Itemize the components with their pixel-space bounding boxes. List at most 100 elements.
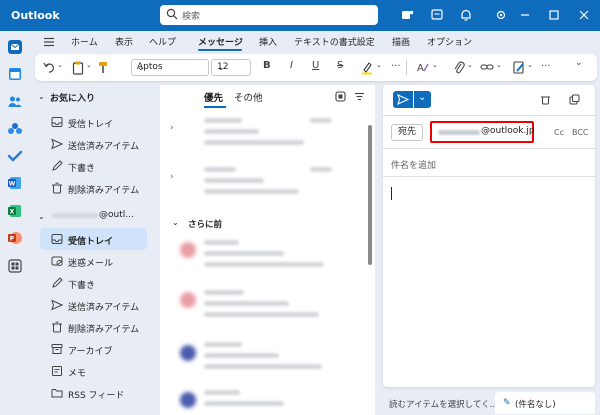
bold-icon[interactable]: B	[263, 60, 271, 75]
tab-insert[interactable]: 挿入	[259, 35, 277, 48]
underline-icon[interactable]: U	[312, 60, 319, 75]
body-editor-caret[interactable]	[391, 187, 392, 200]
chevron-right-icon[interactable]: ›	[170, 172, 178, 182]
chevron-down-icon[interactable]: ⌄	[38, 92, 45, 101]
trash-icon	[52, 321, 62, 333]
more-formatting-button[interactable]: ...	[391, 58, 401, 73]
strikethrough-icon[interactable]: S	[337, 60, 343, 75]
blurred-preview	[204, 189, 299, 194]
filter-icon[interactable]	[354, 91, 365, 102]
font-size-select[interactable]: 12 ⌄	[211, 59, 251, 76]
folder-deleted-items[interactable]: 削除済みアイテム	[40, 316, 147, 338]
link-dropdown-icon[interactable]: ⌄	[496, 61, 502, 76]
groups-icon[interactable]	[7, 121, 23, 137]
tab-home[interactable]: ホーム	[71, 35, 98, 48]
apps-icon[interactable]	[7, 258, 23, 274]
chevron-right-icon[interactable]: ›	[170, 123, 178, 133]
people-icon[interactable]	[7, 93, 23, 109]
subject-input[interactable]: 件名を追加	[391, 158, 436, 171]
tab-other[interactable]: その他	[234, 90, 263, 104]
search-input[interactable]: 検索	[182, 9, 200, 22]
signature-dropdown-icon[interactable]: ⌄	[527, 61, 533, 76]
font-name-select[interactable]: Aptos ⌄	[131, 59, 209, 76]
highlight-dropdown-icon[interactable]: ⌄	[376, 61, 382, 76]
send-button[interactable]	[393, 91, 413, 108]
folder-archive[interactable]: アーカイブ	[40, 338, 147, 360]
folder-inbox[interactable]: 受信トレイ	[40, 228, 147, 250]
tab-message[interactable]: メッセージ	[198, 35, 243, 48]
tab-view[interactable]: 表示	[115, 35, 133, 48]
tab-options[interactable]: オプション	[427, 35, 472, 48]
format-painter-icon[interactable]	[98, 60, 108, 75]
tab-help[interactable]: ヘルプ	[149, 35, 176, 48]
to-button[interactable]: 宛先	[391, 124, 423, 141]
blurred-subject	[204, 401, 284, 406]
tab-focused[interactable]: 優先	[204, 90, 223, 104]
maximize-icon[interactable]	[547, 8, 561, 22]
teams-icon[interactable]	[400, 8, 414, 22]
avatar	[180, 292, 196, 308]
more-options-button[interactable]: ...	[541, 58, 551, 73]
favorite-drafts[interactable]: 下書き	[40, 155, 147, 177]
word-icon[interactable]: W	[7, 175, 23, 191]
blurred-date	[310, 167, 332, 172]
hamburger-menu-icon[interactable]	[43, 36, 55, 48]
undo-dropdown-icon[interactable]: ⌄	[57, 61, 63, 76]
avatar	[180, 345, 196, 361]
folder-rss-feeds[interactable]: RSS フィード	[40, 382, 147, 404]
favorite-inbox[interactable]: 受信トレイ	[40, 111, 147, 133]
link-icon[interactable]	[480, 60, 494, 75]
close-icon[interactable]	[577, 8, 591, 22]
bcc-button[interactable]: BCC	[572, 128, 589, 137]
draft-label: (件名なし)	[515, 400, 556, 410]
active-tab-indicator	[204, 106, 226, 108]
list-scrollbar[interactable]	[368, 125, 372, 265]
favorite-sent-items[interactable]: 送信済みアイテム	[40, 133, 147, 155]
highlight-icon[interactable]	[361, 60, 373, 75]
powerpoint-icon[interactable]: P	[7, 230, 23, 246]
chevron-down-icon[interactable]: ⌄	[172, 218, 179, 227]
attach-dropdown-icon[interactable]: ⌄	[467, 61, 473, 76]
ribbon-collapse-icon[interactable]: ⌄	[575, 58, 583, 73]
folder-label: 下書き	[68, 164, 96, 174]
send-options-button[interactable]: ⌄	[414, 91, 431, 108]
blurred-preview	[204, 364, 322, 369]
account-header[interactable]: @outl...	[99, 210, 134, 220]
tab-format-text[interactable]: テキストの書式設定	[294, 35, 375, 48]
select-mode-icon[interactable]	[335, 91, 346, 102]
italic-icon[interactable]: I	[290, 60, 293, 75]
draft-tab[interactable]: ✎ (件名なし)	[495, 392, 595, 414]
pop-out-icon[interactable]	[569, 94, 580, 105]
folder-label: 受信トレイ	[68, 237, 114, 247]
folder-sent-items[interactable]: 送信済みアイテム	[40, 294, 147, 316]
note-icon[interactable]	[430, 8, 444, 22]
favorite-deleted-items[interactable]: 削除済みアイテム	[40, 177, 147, 199]
minimize-icon[interactable]	[518, 8, 532, 22]
paste-dropdown-icon[interactable]: ⌄	[86, 61, 92, 76]
clipboard-icon[interactable]	[72, 60, 84, 75]
chevron-down-icon[interactable]: ⌄	[38, 212, 45, 221]
trash-icon[interactable]	[540, 94, 551, 105]
settings-icon[interactable]	[494, 8, 508, 22]
blurred-date	[310, 118, 332, 123]
folder-notes[interactable]: メモ	[40, 360, 147, 382]
calendar-icon[interactable]	[7, 66, 23, 82]
undo-icon[interactable]	[43, 60, 55, 75]
tab-draw[interactable]: 描画	[392, 35, 410, 48]
excel-icon[interactable]: X	[7, 203, 23, 219]
folder-drafts[interactable]: 下書き	[40, 272, 147, 294]
styles-dropdown-icon[interactable]: ⌄	[432, 61, 438, 76]
folder-junk[interactable]: 迷惑メール	[40, 250, 147, 272]
todo-icon[interactable]	[7, 148, 23, 164]
mail-icon[interactable]	[7, 39, 23, 55]
signature-icon[interactable]	[513, 60, 525, 75]
favorites-header[interactable]: お気に入り	[50, 91, 95, 104]
bell-icon[interactable]	[459, 8, 473, 22]
search-box[interactable]: 検索	[160, 5, 378, 25]
styles-icon[interactable]: A	[416, 60, 430, 75]
cc-button[interactable]: Cc	[554, 128, 564, 137]
folder-label: 送信済みアイテム	[68, 142, 140, 152]
attach-icon[interactable]	[453, 60, 465, 75]
recipient-field[interactable]: @outlook.jp	[430, 121, 535, 143]
pencil-icon	[52, 277, 63, 288]
